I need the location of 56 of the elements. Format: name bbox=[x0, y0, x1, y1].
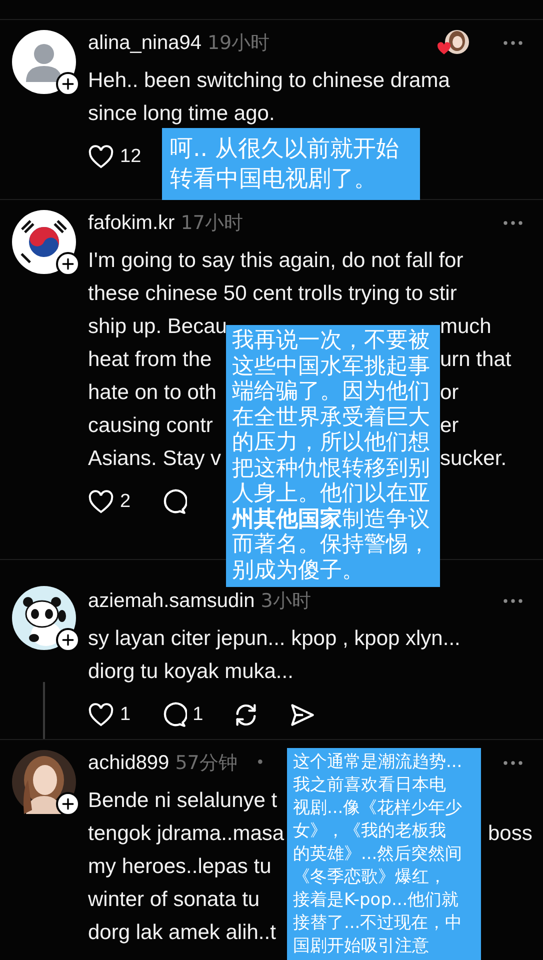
comment-text: Bende ni selalunye t bbox=[88, 788, 278, 812]
translation-text: 别成为傻子。 bbox=[232, 558, 365, 583]
translation-text: 国剧开始吸引注意 bbox=[293, 935, 430, 958]
comment-text: boss bbox=[488, 822, 534, 846]
comment-text: or bbox=[440, 380, 460, 404]
translation-text: 州其他国家制造争议 bbox=[232, 506, 431, 532]
timestamp: 57分钟 bbox=[175, 751, 238, 776]
translation-text: 接着是K-pop...他们就 bbox=[293, 889, 460, 912]
translation-text: 女》，《我的老板我 bbox=[293, 820, 447, 843]
username[interactable]: achid899 bbox=[88, 752, 170, 774]
translation-text: 人身上。他们以在亚 bbox=[232, 481, 431, 506]
comment-text: Asians. Stay v bbox=[88, 446, 222, 470]
comment-text: sy layan citer jepun... kpop , kpop xlyn... bbox=[88, 626, 460, 650]
timestamp: 19小时 bbox=[207, 31, 270, 56]
comment-text: much bbox=[440, 314, 492, 338]
comment-text: causing contr bbox=[88, 414, 213, 438]
translation-text: 而著名。保持警惕， bbox=[232, 532, 431, 558]
comment-text: ship up. Becau bbox=[88, 314, 227, 338]
comment-text: I'm going to say this again, do not fall for bbox=[88, 248, 464, 272]
translation-text: 这些中国水军挑起事 bbox=[232, 354, 431, 379]
count: 1 bbox=[192, 704, 204, 726]
comment-text: heat from the bbox=[88, 348, 212, 372]
count: 1 bbox=[120, 704, 131, 726]
username[interactable]: alina_nina94 bbox=[88, 32, 202, 54]
translation-text: 的英雄》...然后突然间 bbox=[293, 843, 464, 866]
comment-text: diorg tu koyak muka... bbox=[88, 660, 294, 684]
comment-text: er bbox=[440, 414, 460, 438]
comment-text: my heroes..lepas tu bbox=[88, 854, 272, 878]
comment-text: Heh.. been switching to chinese drama bbox=[88, 68, 450, 92]
username[interactable]: aziemah.samsudin bbox=[88, 590, 255, 612]
translation-text: 的压力，所以他们想 bbox=[232, 430, 431, 456]
translation-text: 我再说一次，不要被 bbox=[232, 328, 431, 354]
comment-text: since long time ago. bbox=[88, 102, 275, 126]
comment-text: winter of sonata tu bbox=[88, 888, 260, 912]
username[interactable]: fafokim.kr bbox=[88, 212, 175, 234]
comment-text: hate on to oth bbox=[88, 380, 216, 404]
separator-dot: • bbox=[257, 754, 263, 772]
comment-text: these chinese 50 cent trolls trying to stir bbox=[88, 282, 457, 306]
timestamp: 3小时 bbox=[260, 589, 311, 614]
translation-text: 在全世界承受着巨大 bbox=[232, 404, 431, 430]
translation-text: 我之前喜欢看日本电 bbox=[293, 774, 447, 797]
timestamp: 17小时 bbox=[180, 211, 243, 236]
comment-text: sucker. bbox=[440, 446, 508, 470]
translation-text: 呵.. 从很久以前就开始 bbox=[170, 135, 400, 164]
translation-text: 转看中国电视剧了。 bbox=[170, 165, 378, 194]
translation-text: 这个通常是潮流趋势... bbox=[293, 751, 464, 774]
count: 2 bbox=[120, 491, 131, 513]
translation-text: 《冬季恋歌》爆红， bbox=[293, 866, 447, 889]
count: 12 bbox=[120, 146, 142, 168]
translation-text: 接替了...不过现在，中 bbox=[293, 912, 464, 935]
translation-text: 把这种仇恨转移到别 bbox=[232, 456, 431, 481]
comment-text: tengok jdrama..masa bbox=[88, 822, 284, 846]
comment-text: urn that bbox=[440, 348, 512, 372]
comment-text: dorg lak amek alih..t bbox=[88, 920, 276, 944]
translation-text: 视剧...像《花样少年少 bbox=[293, 797, 464, 820]
translation-text: 端给骗了。因为他们 bbox=[232, 379, 431, 404]
